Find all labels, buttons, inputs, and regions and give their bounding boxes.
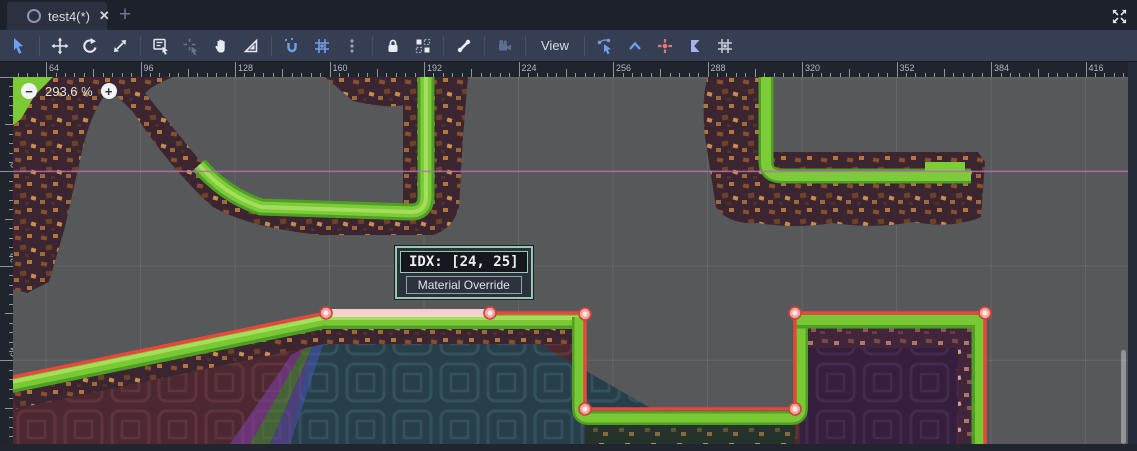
shape-tooltip: IDX: [24, 25] Material Override [395, 246, 533, 299]
ruler-top-label: 96 [144, 63, 154, 73]
zoom-out-button[interactable]: − [21, 83, 37, 99]
toolbar-separator [525, 36, 526, 56]
viewport-edge-right [1128, 62, 1137, 451]
ruler-tool[interactable] [236, 33, 266, 59]
lock-button[interactable] [378, 33, 408, 59]
pan-tool[interactable] [206, 33, 236, 59]
scene-icon [27, 9, 41, 23]
ruler-vertical: 03264 [0, 77, 13, 444]
toolbar-separator [484, 36, 485, 56]
zoom-percentage[interactable]: 293.6 % [45, 84, 93, 99]
ruler-top-label: 352 [900, 63, 915, 73]
freehand-tool[interactable] [680, 33, 710, 59]
move-tool[interactable] [45, 33, 75, 59]
ruler-top-label: 320 [805, 63, 820, 73]
ruler-top-label: 224 [522, 63, 537, 73]
terrain-bottom-shape [13, 307, 991, 444]
ruler-horizontal: 64 96 128 160 192 224 256 288 320 352 384 416 [13, 62, 1128, 77]
ruler-top-label: 416 [1089, 63, 1104, 73]
grid-snap-toggle[interactable] [307, 33, 337, 59]
shape-snap-menu[interactable] [710, 33, 740, 59]
zoom-in-button[interactable]: + [101, 83, 117, 99]
x-axis-line [13, 171, 1128, 173]
ruler-top-label: 256 [616, 63, 631, 73]
smart-snap-toggle[interactable] [277, 33, 307, 59]
scene-tab-bar: test4(*) ✕ + [0, 0, 1137, 30]
point-edit-tool[interactable] [590, 33, 620, 59]
scene-tab-active[interactable]: test4(*) ✕ [7, 2, 107, 30]
toolbar-separator [443, 36, 444, 56]
rotate-tool[interactable] [75, 33, 105, 59]
expand-icon[interactable] [1106, 4, 1132, 28]
toolbar-separator [140, 36, 141, 56]
tab-close-icon[interactable]: ✕ [99, 8, 110, 24]
tooltip-material-override: Material Override [406, 276, 522, 294]
viewport-edge-bottom [0, 444, 1137, 451]
group-button[interactable] [408, 33, 438, 59]
ruler-top-label: 160 [333, 63, 348, 73]
scale-tool[interactable] [105, 33, 135, 59]
list-select-tool[interactable] [146, 33, 176, 59]
select-tool[interactable] [4, 33, 34, 59]
scene-render [13, 77, 1128, 444]
toolbar-separator [271, 36, 272, 56]
ruler-top-label: 288 [711, 63, 726, 73]
toolbar-separator [39, 36, 40, 56]
view-menu[interactable]: View [531, 33, 579, 59]
terrain-top-right [704, 77, 985, 226]
vertical-scrollbar[interactable] [1121, 350, 1126, 444]
ruler-corner [0, 62, 13, 77]
shape-pivot-tool[interactable] [650, 33, 680, 59]
tooltip-idx-value: IDX: [24, 25] [400, 251, 528, 273]
ruler-top-label: 384 [994, 63, 1009, 73]
new-tab-button[interactable]: + [112, 0, 138, 30]
toolbar-separator [584, 36, 585, 56]
skeleton-menu[interactable] [449, 33, 479, 59]
godot-2d-editor: test4(*) ✕ + [0, 0, 1137, 451]
ruler-top-label: 128 [238, 63, 253, 73]
toolbar-separator [372, 36, 373, 56]
pivot-tool[interactable] [176, 33, 206, 59]
ruler-top-label: 192 [427, 63, 442, 73]
camera-override-button[interactable] [490, 33, 520, 59]
snap-options-menu[interactable] [337, 33, 367, 59]
ruler-top-label: 64 [49, 63, 59, 73]
scene-tab-title: test4(*) [48, 9, 90, 24]
canvas-toolbar: View [0, 30, 1137, 62]
edge-edit-tool[interactable] [620, 33, 650, 59]
viewport-canvas[interactable]: − 293.6 % + IDX: [24, 25] Material Overr… [13, 77, 1128, 444]
zoom-control: − 293.6 % + [21, 83, 117, 99]
